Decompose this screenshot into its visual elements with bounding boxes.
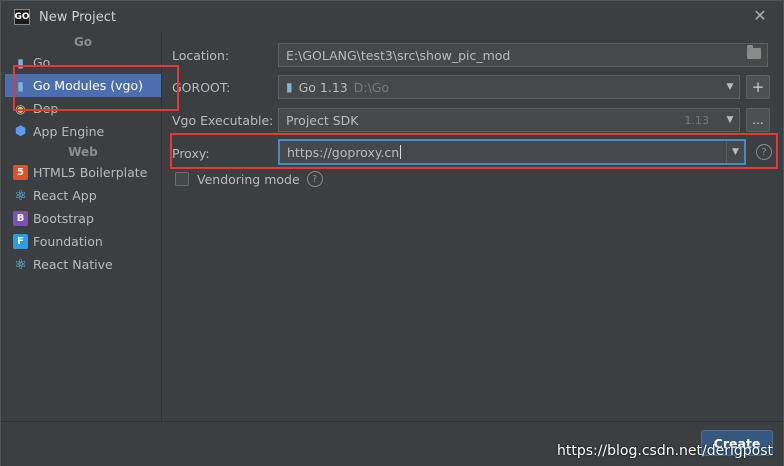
goroot-value: Go 1.13 bbox=[298, 79, 348, 95]
sidebar-item-react-app[interactable]: ⚛ React App bbox=[5, 184, 161, 207]
react-icon: ⚛ bbox=[14, 187, 27, 204]
html5-icon: 5 bbox=[13, 165, 28, 180]
sidebar-item-label: React App bbox=[33, 188, 97, 203]
annotation-box-proxy bbox=[170, 133, 778, 169]
location-value: E:\GOLANG\test3\src\show_pic_mod bbox=[286, 47, 511, 63]
project-settings-panel: Location: E:\GOLANG\test3\src\show_pic_m… bbox=[161, 33, 783, 421]
group-heading-web: Web bbox=[68, 145, 98, 159]
react-icon: ⚛ bbox=[14, 256, 27, 273]
add-sdk-button[interactable]: + bbox=[746, 75, 770, 99]
plus-icon: + bbox=[751, 78, 765, 96]
sidebar-item-label: React Native bbox=[33, 257, 113, 272]
sidebar-item-react-native[interactable]: ⚛ React Native bbox=[5, 253, 161, 276]
sidebar-item-foundation[interactable]: F Foundation bbox=[5, 230, 161, 253]
sidebar-item-label: Bootstrap bbox=[33, 211, 94, 226]
new-project-dialog: GO New Project ✕ Go ▮ Go ▮ Go Modules (v… bbox=[0, 0, 784, 466]
sidebar-item-label: App Engine bbox=[33, 124, 105, 139]
vendoring-checkbox[interactable] bbox=[175, 172, 189, 186]
vgo-version: 1.13 bbox=[684, 113, 710, 127]
location-label: Location: bbox=[172, 47, 230, 63]
vendoring-label: Vendoring mode bbox=[197, 171, 300, 187]
help-icon[interactable]: ? bbox=[306, 171, 323, 187]
sidebar-item-app-engine[interactable]: ⬢ App Engine bbox=[5, 120, 161, 143]
vendoring-row: Vendoring mode ? bbox=[175, 166, 323, 192]
title-bar: GO New Project ✕ bbox=[1, 1, 783, 33]
goroot-select[interactable]: ▮ Go 1.13 D:\Go ▼ bbox=[278, 75, 740, 99]
sidebar-item-label: HTML5 Boilerplate bbox=[33, 165, 148, 180]
vgo-row: Vgo Executable: bbox=[172, 107, 278, 133]
location-input[interactable]: E:\GOLANG\test3\src\show_pic_mod bbox=[278, 43, 768, 67]
group-heading-go: Go bbox=[73, 35, 93, 49]
annotation-box-sidebar bbox=[13, 65, 179, 111]
goroot-label: GOROOT: bbox=[172, 79, 231, 95]
sidebar-item-bootstrap[interactable]: B Bootstrap bbox=[5, 207, 161, 230]
goroot-row: GOROOT: bbox=[172, 74, 278, 100]
chevron-down-icon: ▼ bbox=[726, 82, 734, 92]
dialog-footer: Create https://blog.csdn.net/derigpost bbox=[1, 421, 783, 466]
app-engine-icon: ⬢ bbox=[14, 124, 27, 139]
location-row: Location: bbox=[172, 42, 278, 68]
dialog-title: New Project bbox=[39, 9, 116, 25]
sidebar-item-html5-boilerplate[interactable]: 5 HTML5 Boilerplate bbox=[5, 161, 161, 184]
vgo-value: Project SDK bbox=[286, 112, 359, 128]
goroot-path: D:\Go bbox=[353, 79, 390, 95]
vgo-executable-select[interactable]: Project SDK 1.13 ▼ bbox=[278, 108, 740, 132]
sidebar-item-label: Foundation bbox=[33, 234, 103, 249]
close-icon[interactable]: ✕ bbox=[751, 7, 769, 25]
browse-button[interactable]: ... bbox=[746, 108, 770, 132]
goland-logo-icon: GO bbox=[14, 9, 30, 25]
chevron-down-icon: ▼ bbox=[726, 115, 734, 125]
folder-icon[interactable] bbox=[747, 45, 761, 59]
watermark-text: https://blog.csdn.net/derigpost bbox=[556, 443, 773, 459]
vgo-label: Vgo Executable: bbox=[172, 112, 274, 128]
gopher-icon: ▮ bbox=[286, 80, 293, 94]
bootstrap-icon: B bbox=[13, 211, 28, 226]
foundation-icon: F bbox=[13, 234, 28, 249]
